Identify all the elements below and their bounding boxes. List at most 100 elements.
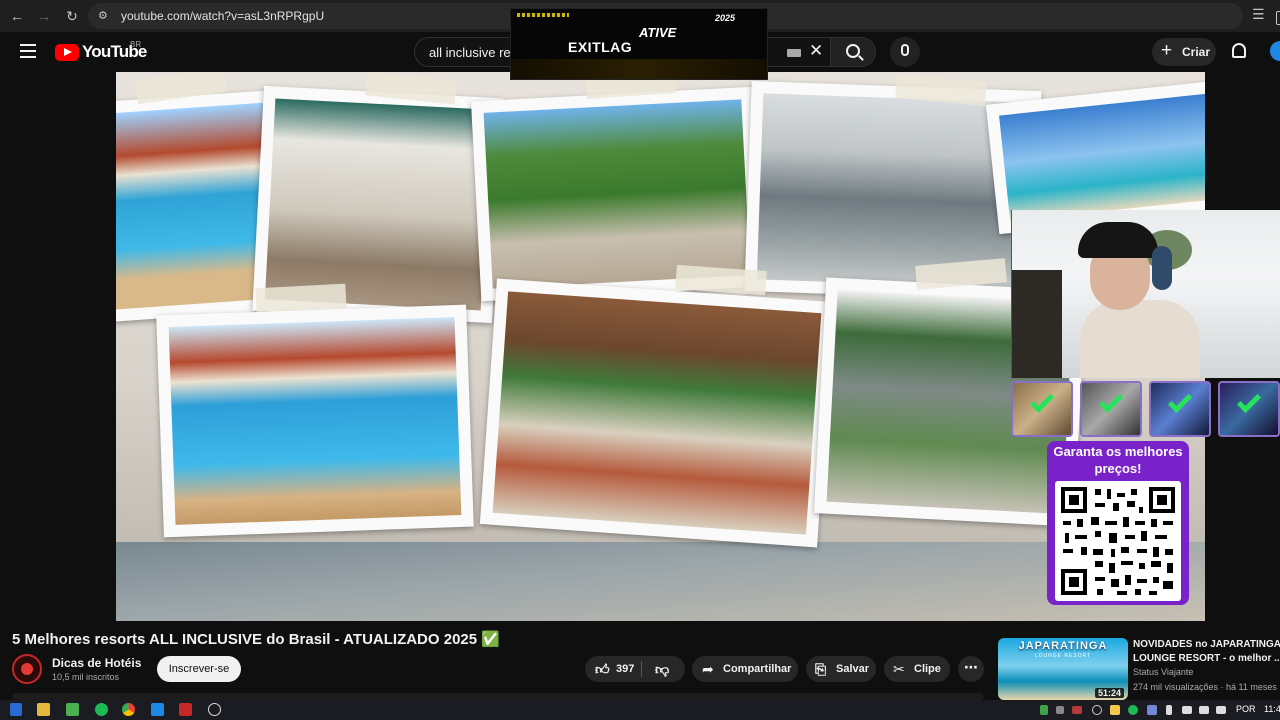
qr-promo: Garanta os melhores preços! [1047, 441, 1189, 605]
clear-search-icon[interactable]: ✕ [809, 41, 823, 61]
like-dislike-group: 👍︎ 397 👎︎ [585, 656, 685, 682]
app-icon[interactable] [179, 703, 192, 716]
create-button[interactable]: + Criar [1152, 38, 1216, 66]
channel-name[interactable]: Dicas de Hotéis [52, 656, 141, 670]
thumbs-down-icon[interactable]: 👎︎ [655, 656, 669, 682]
clock[interactable]: 11:4 [1264, 704, 1280, 714]
overlay-glow [511, 59, 767, 79]
search-icon [846, 44, 860, 58]
divider [641, 661, 642, 677]
video-title: 5 Melhores resorts ALL INCLUSIVE do Bras… [12, 631, 500, 648]
person-body [1080, 300, 1200, 378]
recommended-title[interactable]: NOVIDADES no JAPARATINGA LOUNGE RESORT -… [1133, 638, 1280, 666]
webcam-overlay [1011, 210, 1280, 378]
tray-icon[interactable] [1056, 706, 1064, 714]
spotify-icon[interactable] [95, 703, 108, 716]
thumbnail-subtitle: LOUNGE RESORT [1034, 653, 1092, 659]
recommended-title-line1: NOVIDADES no JAPARATINGA [1133, 639, 1280, 650]
create-label: Criar [1182, 45, 1211, 59]
recommended-meta: 274 mil visualizações · há 11 meses [1133, 682, 1277, 692]
site-info-icon[interactable]: ⚙ [98, 9, 112, 23]
channel-subscribers: 10,5 mil inscritos [52, 672, 120, 682]
os-taskbar: POR 11:4 [0, 700, 1280, 720]
skin-thumbnail [1011, 381, 1073, 437]
app-icon[interactable] [66, 703, 79, 716]
photo-lounge [479, 278, 835, 548]
tray-icon[interactable] [1216, 706, 1226, 714]
network-icon[interactable] [1182, 706, 1192, 714]
volume-icon[interactable] [1199, 706, 1209, 714]
qr-code [1055, 481, 1181, 601]
cast-icon[interactable] [1276, 11, 1280, 25]
microphone-icon[interactable] [1166, 705, 1172, 715]
thumbnail-title: JAPARATINGA [1018, 640, 1108, 652]
back-icon[interactable]: ← [7, 6, 27, 26]
skin-thumbnail [1218, 381, 1280, 437]
skin-thumbnail [1080, 381, 1142, 437]
check-icon [1098, 388, 1124, 414]
description-box-edge[interactable] [12, 693, 984, 700]
bookmark-icon: ⎘ [815, 661, 827, 677]
country-code: BR [130, 40, 142, 49]
recommended-title-line2: LOUNGE RESORT - o melhor ... [1133, 653, 1280, 664]
reload-icon[interactable]: ↻ [62, 6, 82, 26]
chrome-icon[interactable] [122, 703, 135, 716]
menu-icon[interactable] [20, 44, 36, 58]
check-icon [1167, 388, 1193, 414]
share-icon: ➦ [702, 661, 714, 677]
save-button[interactable]: ⎘ Salvar [806, 656, 876, 682]
tray-icon[interactable] [1092, 705, 1102, 715]
like-count[interactable]: 397 [616, 656, 634, 682]
app-icon[interactable] [151, 703, 164, 716]
tape-decoration [675, 264, 767, 296]
clip-button[interactable]: ✂ Clipe [884, 656, 950, 682]
microphone-icon [901, 44, 909, 56]
check-icon [1029, 388, 1055, 414]
thumbs-up-icon[interactable]: 👍︎ [595, 656, 610, 682]
exitlag-overlay: ATIVE EXITLAG 2025 [510, 8, 768, 80]
more-actions-button[interactable]: ⋯ [958, 656, 984, 682]
tray-icon[interactable] [1110, 705, 1120, 715]
plus-icon: + [1161, 40, 1173, 61]
overlay-cta: ATIVE [639, 25, 677, 40]
scissors-icon: ✂ [893, 661, 905, 677]
keyboard-icon[interactable] [787, 49, 801, 57]
url-text: youtube.com/watch?v=asL3nRPRgpU [121, 9, 325, 23]
beach-water [116, 542, 1205, 621]
subscribe-button[interactable]: Inscrever-se [157, 656, 241, 682]
start-icon[interactable] [10, 703, 22, 716]
youtube-play-icon [55, 44, 79, 61]
tray-icon[interactable] [1128, 705, 1138, 715]
browser-menu-icon[interactable]: ☰ [1252, 6, 1265, 23]
voice-search-button[interactable] [890, 37, 920, 67]
tray-icon[interactable] [1040, 705, 1048, 715]
overlay-year: 2025 [715, 13, 736, 23]
clip-label: Clipe [914, 663, 941, 675]
share-label: Compartilhar [723, 663, 792, 675]
language-indicator[interactable]: POR [1236, 704, 1256, 714]
video-duration: 51:24 [1095, 688, 1125, 698]
headphone [1152, 246, 1172, 290]
promo-title: Garanta os melhores preços! [1053, 444, 1183, 476]
share-button[interactable]: ➦ Compartilhar [692, 656, 798, 682]
recommended-channel[interactable]: Status Viajante [1133, 667, 1193, 677]
search-button[interactable] [830, 37, 876, 67]
exitlag-logo: EXITLAG [568, 39, 633, 55]
tape-decoration [255, 283, 347, 313]
save-label: Salvar [836, 663, 870, 675]
app-icon[interactable] [208, 703, 221, 716]
overlay-stripe [517, 13, 569, 17]
forward-icon[interactable]: → [34, 6, 54, 26]
file-explorer-icon[interactable] [37, 703, 50, 716]
tray-icon[interactable] [1072, 706, 1082, 714]
search-query: all inclusive res [429, 45, 518, 60]
person-cap [1078, 222, 1158, 258]
chair [1012, 270, 1062, 378]
notifications-bell-icon[interactable] [1232, 43, 1246, 58]
tray-icon[interactable] [1147, 705, 1157, 715]
check-icon [1236, 388, 1262, 414]
account-avatar[interactable] [1270, 41, 1280, 61]
skin-thumbnail [1149, 381, 1211, 437]
photo-pool-drinks [156, 304, 474, 538]
channel-avatar[interactable] [12, 654, 42, 684]
